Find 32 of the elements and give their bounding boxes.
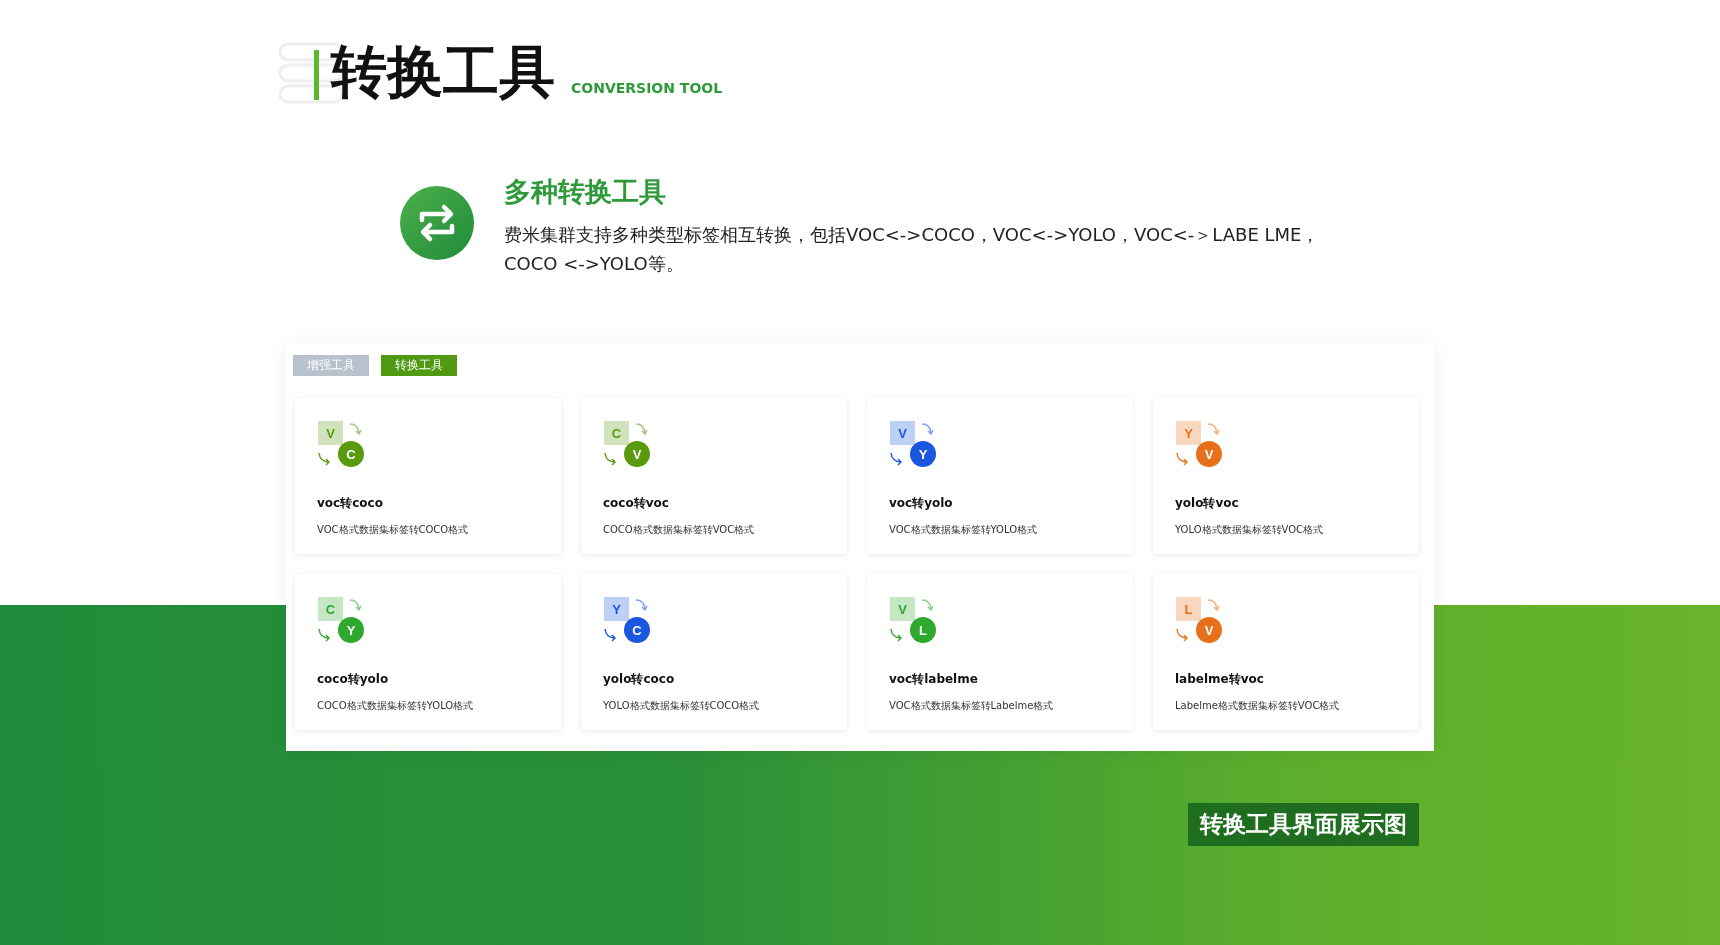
page-subtitle: CONVERSION TOOL — [571, 80, 723, 96]
tool-card[interactable]: L V labelme转voc Labelme格式数据集标签转VOC格式 — [1153, 574, 1419, 730]
card-description: VOC格式数据集标签转YOLO格式 — [889, 523, 1039, 537]
card-title: yolo转voc — [1175, 495, 1240, 512]
card-title: voc转yolo — [889, 495, 954, 512]
card-title: voc转labelme — [889, 671, 979, 688]
card-description: VOC格式数据集标签转Labelme格式 — [889, 699, 1055, 713]
card-title: coco转yolo — [317, 671, 390, 688]
card-description: Labelme格式数据集标签转VOC格式 — [1175, 699, 1341, 713]
swap-arrows-icon — [400, 186, 474, 260]
tool-card[interactable]: C Y coco转yolo COCO格式数据集标签转YOLO格式 — [295, 574, 561, 730]
card-title: coco转voc — [603, 495, 670, 512]
card-description: COCO格式数据集标签转YOLO格式 — [317, 699, 475, 713]
feature-description: 费米集群支持多种类型标签相互转换，包括VOC<->COCO，VOC<->YOLO，VOC<-＞LABE LME，COCO <->YOLO等。 — [504, 223, 1321, 276]
tool-card[interactable]: V L voc转labelme VOC格式数据集标签转Labelme格式 — [867, 574, 1133, 730]
card-title: labelme转voc — [1175, 671, 1265, 688]
tool-card[interactable]: Y C yolo转coco YOLO格式数据集标签转COCO格式 — [581, 574, 847, 730]
card-description: VOC格式数据集标签转COCO格式 — [317, 523, 470, 537]
tool-card[interactable]: V C voc转coco VOC格式数据集标签转COCO格式 — [295, 398, 561, 554]
accent-bar — [314, 50, 319, 100]
card-title: voc转coco — [317, 495, 384, 512]
page-title: 转换工具 — [331, 38, 555, 106]
card-description: COCO格式数据集标签转VOC格式 — [603, 523, 756, 537]
card-title: yolo转coco — [603, 671, 676, 688]
card-description: YOLO格式数据集标签转COCO格式 — [603, 699, 761, 713]
tool-tab[interactable]: 转换工具 — [381, 355, 457, 376]
tool-card[interactable]: Y V yolo转voc YOLO格式数据集标签转VOC格式 — [1153, 398, 1419, 554]
card-description: YOLO格式数据集标签转VOC格式 — [1175, 523, 1325, 537]
feature-title: 多种转换工具 — [504, 175, 667, 209]
caption-label: 转换工具界面展示图 — [1188, 803, 1419, 846]
tool-card[interactable]: C V coco转voc COCO格式数据集标签转VOC格式 — [581, 398, 847, 554]
tool-card[interactable]: V Y voc转yolo VOC格式数据集标签转YOLO格式 — [867, 398, 1133, 554]
